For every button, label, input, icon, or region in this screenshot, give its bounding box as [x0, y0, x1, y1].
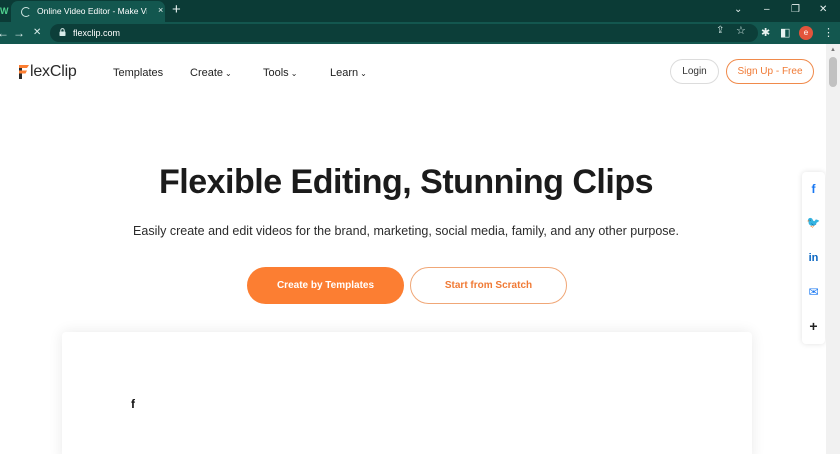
login-button[interactable]: Login — [670, 59, 719, 84]
scroll-up-arrow-icon[interactable]: ▲ — [826, 46, 840, 54]
url-text[interactable]: flexclip.com — [73, 27, 120, 39]
nav-tools[interactable]: Tools ⌄ — [263, 66, 297, 81]
address-bar[interactable]: flexclip.com — [50, 24, 758, 42]
previous-tab-favicon[interactable]: W — [0, 4, 10, 18]
hero-subtitle: Easily create and edit videos for the br… — [133, 224, 679, 238]
facebook-icon[interactable]: f — [802, 182, 825, 196]
page-scrollbar[interactable]: ▲ — [826, 44, 840, 454]
new-tab-button[interactable]: + — [172, 2, 181, 18]
browser-toolbar: ← → ✕ flexclip.com ⇪ ☆ ✱ ◧ e ⋮ — [0, 22, 840, 44]
restore-window-button[interactable]: ❐ — [791, 3, 800, 17]
preview-loading-glyph: f — [131, 397, 135, 411]
flexclip-logo[interactable]: lexClip — [19, 62, 77, 82]
nav-learn-label: Learn — [330, 67, 359, 79]
create-by-templates-button[interactable]: Create by Templates — [247, 267, 404, 304]
chevron-down-icon: ⌄ — [360, 69, 367, 78]
flexclip-logo-mark-icon — [19, 65, 29, 79]
hero-preview-card: f — [62, 332, 752, 454]
hero-title: Flexible Editing, Stunning Clips — [159, 163, 654, 201]
share-page-icon[interactable]: ⇪ — [716, 25, 724, 37]
profile-avatar[interactable]: e — [799, 26, 813, 40]
stop-loading-icon[interactable]: ✕ — [33, 25, 41, 41]
side-panel-icon[interactable]: ◧ — [780, 25, 790, 41]
minimize-window-button[interactable]: – — [764, 3, 770, 17]
forward-arrow-icon[interactable]: → — [13, 25, 25, 41]
nav-templates[interactable]: Templates — [113, 66, 163, 80]
active-tab[interactable]: Online Video Editor - Make Video × — [11, 1, 165, 22]
nav-create-label: Create — [190, 67, 224, 79]
nav-learn[interactable]: Learn ⌄ — [330, 66, 367, 81]
more-share-icon[interactable]: + — [802, 319, 825, 333]
twitter-icon[interactable]: 🐦 — [802, 216, 825, 230]
flexclip-page: lexClip Templates Create ⌄ Tools ⌄ Learn ⌄ … — [0, 44, 840, 454]
close-window-button[interactable]: ✕ — [819, 3, 827, 17]
nav-templates-label: Templates — [113, 67, 164, 79]
tab-title: Online Video Editor - Make Video — [37, 6, 147, 16]
nav-tools-label: Tools — [263, 67, 289, 79]
tab-close-icon[interactable]: × — [158, 5, 163, 16]
social-share-rail: f 🐦 in ✉ + — [802, 172, 825, 344]
scrollbar-thumb[interactable] — [829, 57, 837, 87]
chevron-down-icon: ⌄ — [225, 69, 232, 78]
email-icon[interactable]: ✉ — [802, 285, 825, 299]
back-arrow-icon[interactable]: ← — [0, 25, 9, 41]
signup-button[interactable]: Sign Up - Free — [726, 59, 814, 84]
browser-tab-bar: W Online Video Editor - Make Video × + ⌄… — [0, 0, 840, 22]
loading-spinner-icon — [21, 7, 31, 17]
linkedin-icon[interactable]: in — [802, 251, 825, 265]
start-from-scratch-button[interactable]: Start from Scratch — [410, 267, 567, 304]
browser-menu-icon[interactable]: ⋮ — [823, 25, 834, 41]
bookmark-star-icon[interactable]: ☆ — [736, 25, 746, 37]
logo-text: lexClip — [30, 63, 77, 80]
tab-search-chevron-icon[interactable]: ⌄ — [734, 3, 742, 17]
nav-create[interactable]: Create ⌄ — [190, 66, 232, 81]
extensions-puzzle-icon[interactable]: ✱ — [761, 25, 770, 41]
chevron-down-icon: ⌄ — [290, 69, 298, 78]
lock-icon — [59, 28, 66, 36]
